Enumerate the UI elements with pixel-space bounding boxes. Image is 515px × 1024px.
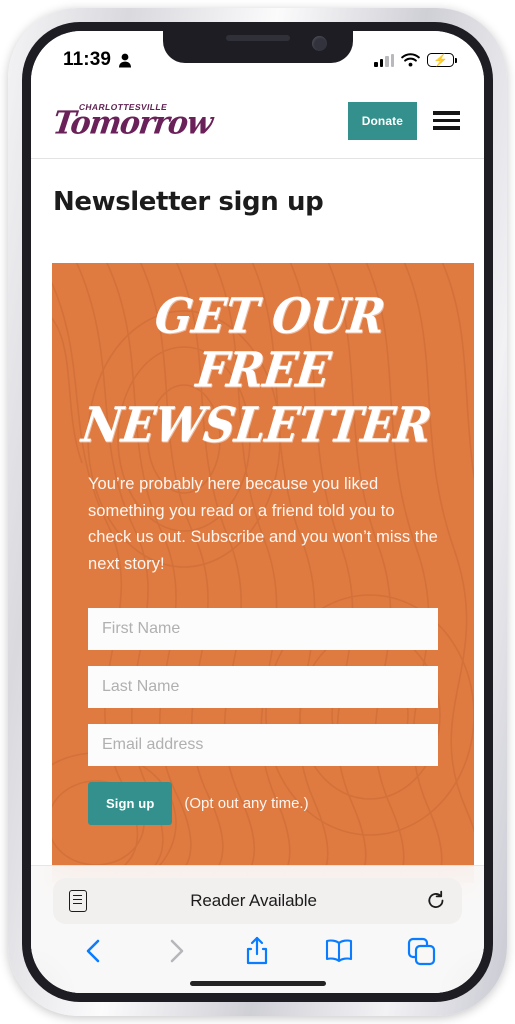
last-name-input[interactable] bbox=[88, 665, 438, 708]
status-bar-right: ⚡ bbox=[374, 53, 457, 67]
status-bar-left: 11:39 bbox=[63, 49, 132, 71]
reload-icon[interactable] bbox=[426, 890, 446, 912]
phone-bezel: CHARLOTTESVILLE Tomorrow Donate Newslett… bbox=[22, 22, 493, 1002]
donate-button[interactable]: Donate bbox=[347, 101, 417, 140]
newsletter-signup-panel: GET OUR FREE NEWSLETTER You’re probably … bbox=[52, 263, 474, 883]
phone-notch bbox=[162, 31, 353, 63]
forward-button[interactable] bbox=[160, 935, 192, 967]
safari-bottom-bar: Reader Available bbox=[31, 865, 484, 993]
header-actions: Donate bbox=[347, 101, 460, 140]
hamburger-bar bbox=[433, 111, 460, 115]
phone-screen: CHARLOTTESVILLE Tomorrow Donate Newslett… bbox=[31, 31, 484, 993]
web-page: CHARLOTTESVILLE Tomorrow Donate Newslett… bbox=[31, 31, 484, 993]
hamburger-menu-icon[interactable] bbox=[433, 111, 460, 130]
cellular-signal-icon bbox=[374, 53, 394, 67]
signup-button[interactable]: Sign up bbox=[88, 781, 173, 825]
reader-view-icon[interactable] bbox=[69, 890, 87, 912]
first-name-input[interactable] bbox=[88, 607, 438, 650]
site-logo[interactable]: CHARLOTTESVILLE Tomorrow bbox=[50, 102, 215, 143]
email-input[interactable] bbox=[88, 723, 438, 766]
address-bar-label: Reader Available bbox=[190, 891, 317, 910]
wifi-icon bbox=[401, 53, 420, 67]
person-icon bbox=[119, 53, 132, 67]
tabs-button[interactable] bbox=[405, 935, 437, 967]
headline-line-1: GET OUR FREE bbox=[151, 288, 388, 399]
status-time: 11:39 bbox=[63, 49, 112, 70]
safari-toolbar bbox=[31, 927, 484, 975]
phone-frame: CHARLOTTESVILLE Tomorrow Donate Newslett… bbox=[8, 8, 507, 1016]
hamburger-bar bbox=[433, 118, 460, 123]
home-indicator bbox=[189, 981, 326, 986]
submit-row: Sign up (Opt out any time.) bbox=[88, 781, 438, 825]
headline-line-2: NEWSLETTER bbox=[78, 396, 435, 453]
newsletter-signup-form: Sign up (Opt out any time.) bbox=[88, 607, 438, 825]
page-title: Newsletter sign up bbox=[53, 187, 324, 217]
newsletter-panel-inner: GET OUR FREE NEWSLETTER You’re probably … bbox=[52, 263, 474, 825]
address-bar[interactable]: Reader Available bbox=[53, 878, 462, 924]
earpiece-speaker bbox=[225, 35, 290, 41]
bookmarks-button[interactable] bbox=[323, 935, 355, 967]
newsletter-blurb: You’re probably here because you liked s… bbox=[88, 474, 438, 573]
hamburger-bar bbox=[433, 126, 460, 130]
optout-note: (Opt out any time.) bbox=[184, 794, 309, 812]
battery-charging-icon: ⚡ bbox=[427, 53, 457, 67]
site-header: CHARLOTTESVILLE Tomorrow Donate bbox=[31, 83, 484, 159]
back-button[interactable] bbox=[78, 935, 110, 967]
newsletter-headline: GET OUR FREE NEWSLETTER bbox=[78, 288, 448, 453]
share-button[interactable] bbox=[241, 935, 273, 967]
logo-wordmark: Tomorrow bbox=[50, 104, 215, 143]
front-camera bbox=[311, 36, 327, 51]
